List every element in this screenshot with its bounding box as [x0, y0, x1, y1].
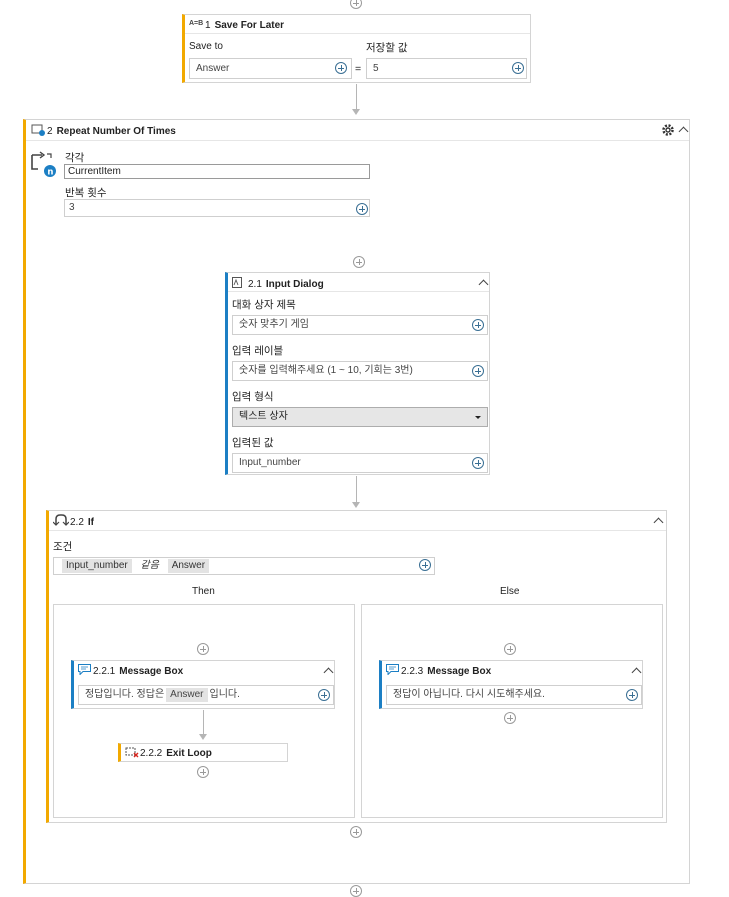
connector-arrow [352, 109, 360, 115]
connector-line [356, 476, 357, 502]
exit-loop-activity[interactable]: 2.2.2 Exit Loop [118, 743, 288, 762]
if-icon [53, 514, 69, 526]
then-branch [53, 604, 355, 818]
dropdown-arrow-icon [475, 416, 481, 419]
condition-variable-chip: Input_number [62, 559, 132, 573]
current-item-field[interactable]: CurrentItem [64, 164, 370, 179]
save-to-label: Save to [189, 41, 223, 52]
save-for-later-activity[interactable]: A=B 1 Save For Later Save to 저장할 값 Answer… [182, 14, 531, 83]
connector-arrow [199, 734, 207, 740]
gear-icon[interactable] [661, 123, 675, 137]
input-label-field[interactable]: 숫자를 입력해주세요 (1 ~ 10, 기회는 3번) [232, 361, 488, 381]
add-activity-button[interactable] [197, 766, 209, 778]
message-variable-chip: Answer [166, 688, 208, 702]
message-box-activity[interactable]: 2.2.1 Message Box 정답입니다. 정답은 Answer 입니다. [71, 660, 335, 709]
else-label: Else [500, 586, 520, 597]
input-type-dropdown[interactable]: 텍스트 상자 [232, 407, 488, 427]
iterator-icon: n [31, 151, 56, 177]
dialog-title-label: 대화 상자 제목 [232, 299, 296, 311]
connector-line [356, 84, 357, 109]
condition-operator: 같음 [140, 560, 159, 571]
condition-label: 조건 [53, 541, 73, 553]
add-message-button[interactable] [318, 689, 330, 701]
save-to-field[interactable]: Answer [189, 58, 352, 79]
add-label-button[interactable] [472, 365, 484, 377]
activity-title: 2.2.3 Message Box [401, 666, 492, 677]
add-entered-value-button[interactable] [472, 457, 484, 469]
message-icon [78, 664, 91, 675]
collapse-chevron-icon[interactable] [323, 667, 334, 678]
message-text-field[interactable]: 정답이 아닙니다. 다시 시도해주세요. [386, 685, 642, 705]
activity-title: 2.2.2 Exit Loop [140, 748, 212, 759]
entered-value-field[interactable]: Input_number [232, 453, 488, 473]
message-icon [386, 664, 399, 675]
equals-sign: = [355, 63, 362, 75]
add-activity-button[interactable] [504, 712, 516, 724]
value-field[interactable]: 5 [366, 58, 527, 79]
add-title-button[interactable] [472, 319, 484, 331]
connector-line [203, 710, 204, 734]
activity-header [49, 511, 666, 531]
input-dialog-activity[interactable]: 2.1 Input Dialog 대화 상자 제목 숫자 맞추기 게임 입력 레이… [225, 272, 490, 475]
condition-field[interactable]: Input_number 같음 Answer [53, 557, 435, 575]
add-activity-button[interactable] [350, 885, 362, 897]
condition-value-chip: Answer [167, 559, 210, 573]
each-label: 각각 [65, 152, 85, 164]
activity-title: 2.2 If [70, 517, 95, 528]
dialog-icon [232, 277, 242, 288]
add-activity-button[interactable] [353, 256, 365, 268]
add-activity-button[interactable] [350, 0, 362, 9]
add-message-button[interactable] [626, 689, 638, 701]
svg-text:n: n [47, 167, 53, 177]
input-label-label: 입력 레이블 [232, 345, 284, 357]
activity-title: 2 Repeat Number Of Times [47, 126, 176, 137]
repeat-count-field[interactable]: 3 [64, 199, 370, 217]
add-value-button[interactable] [512, 62, 524, 74]
entered-value-label: 입력된 값 [232, 437, 274, 449]
input-type-label: 입력 형식 [232, 391, 274, 403]
add-variable-button[interactable] [335, 62, 347, 74]
activity-title: 2.1 Input Dialog [248, 279, 324, 290]
add-condition-button[interactable] [419, 559, 431, 571]
add-activity-button[interactable] [350, 826, 362, 838]
repeat-count-label: 반복 횟수 [65, 187, 107, 199]
activity-title: 2.2.1 Message Box [93, 666, 184, 677]
exit-loop-icon [125, 747, 139, 758]
then-label: Then [192, 586, 215, 597]
loop-icon [31, 124, 45, 136]
message-text-field[interactable]: 정답입니다. 정답은 Answer 입니다. [78, 685, 334, 705]
add-activity-button[interactable] [197, 643, 209, 655]
add-count-button[interactable] [356, 203, 368, 215]
add-activity-button[interactable] [504, 643, 516, 655]
dialog-title-field[interactable]: 숫자 맞추기 게임 [232, 315, 488, 335]
collapse-chevron-icon[interactable] [631, 667, 642, 678]
message-box-activity[interactable]: 2.2.3 Message Box 정답이 아닙니다. 다시 시도해주세요. [379, 660, 643, 709]
value-label: 저장할 값 [366, 42, 408, 54]
variable-icon: A=B [189, 20, 204, 27]
connector-arrow [352, 502, 360, 508]
else-branch [361, 604, 663, 818]
activity-title: 1 Save For Later [205, 20, 285, 31]
